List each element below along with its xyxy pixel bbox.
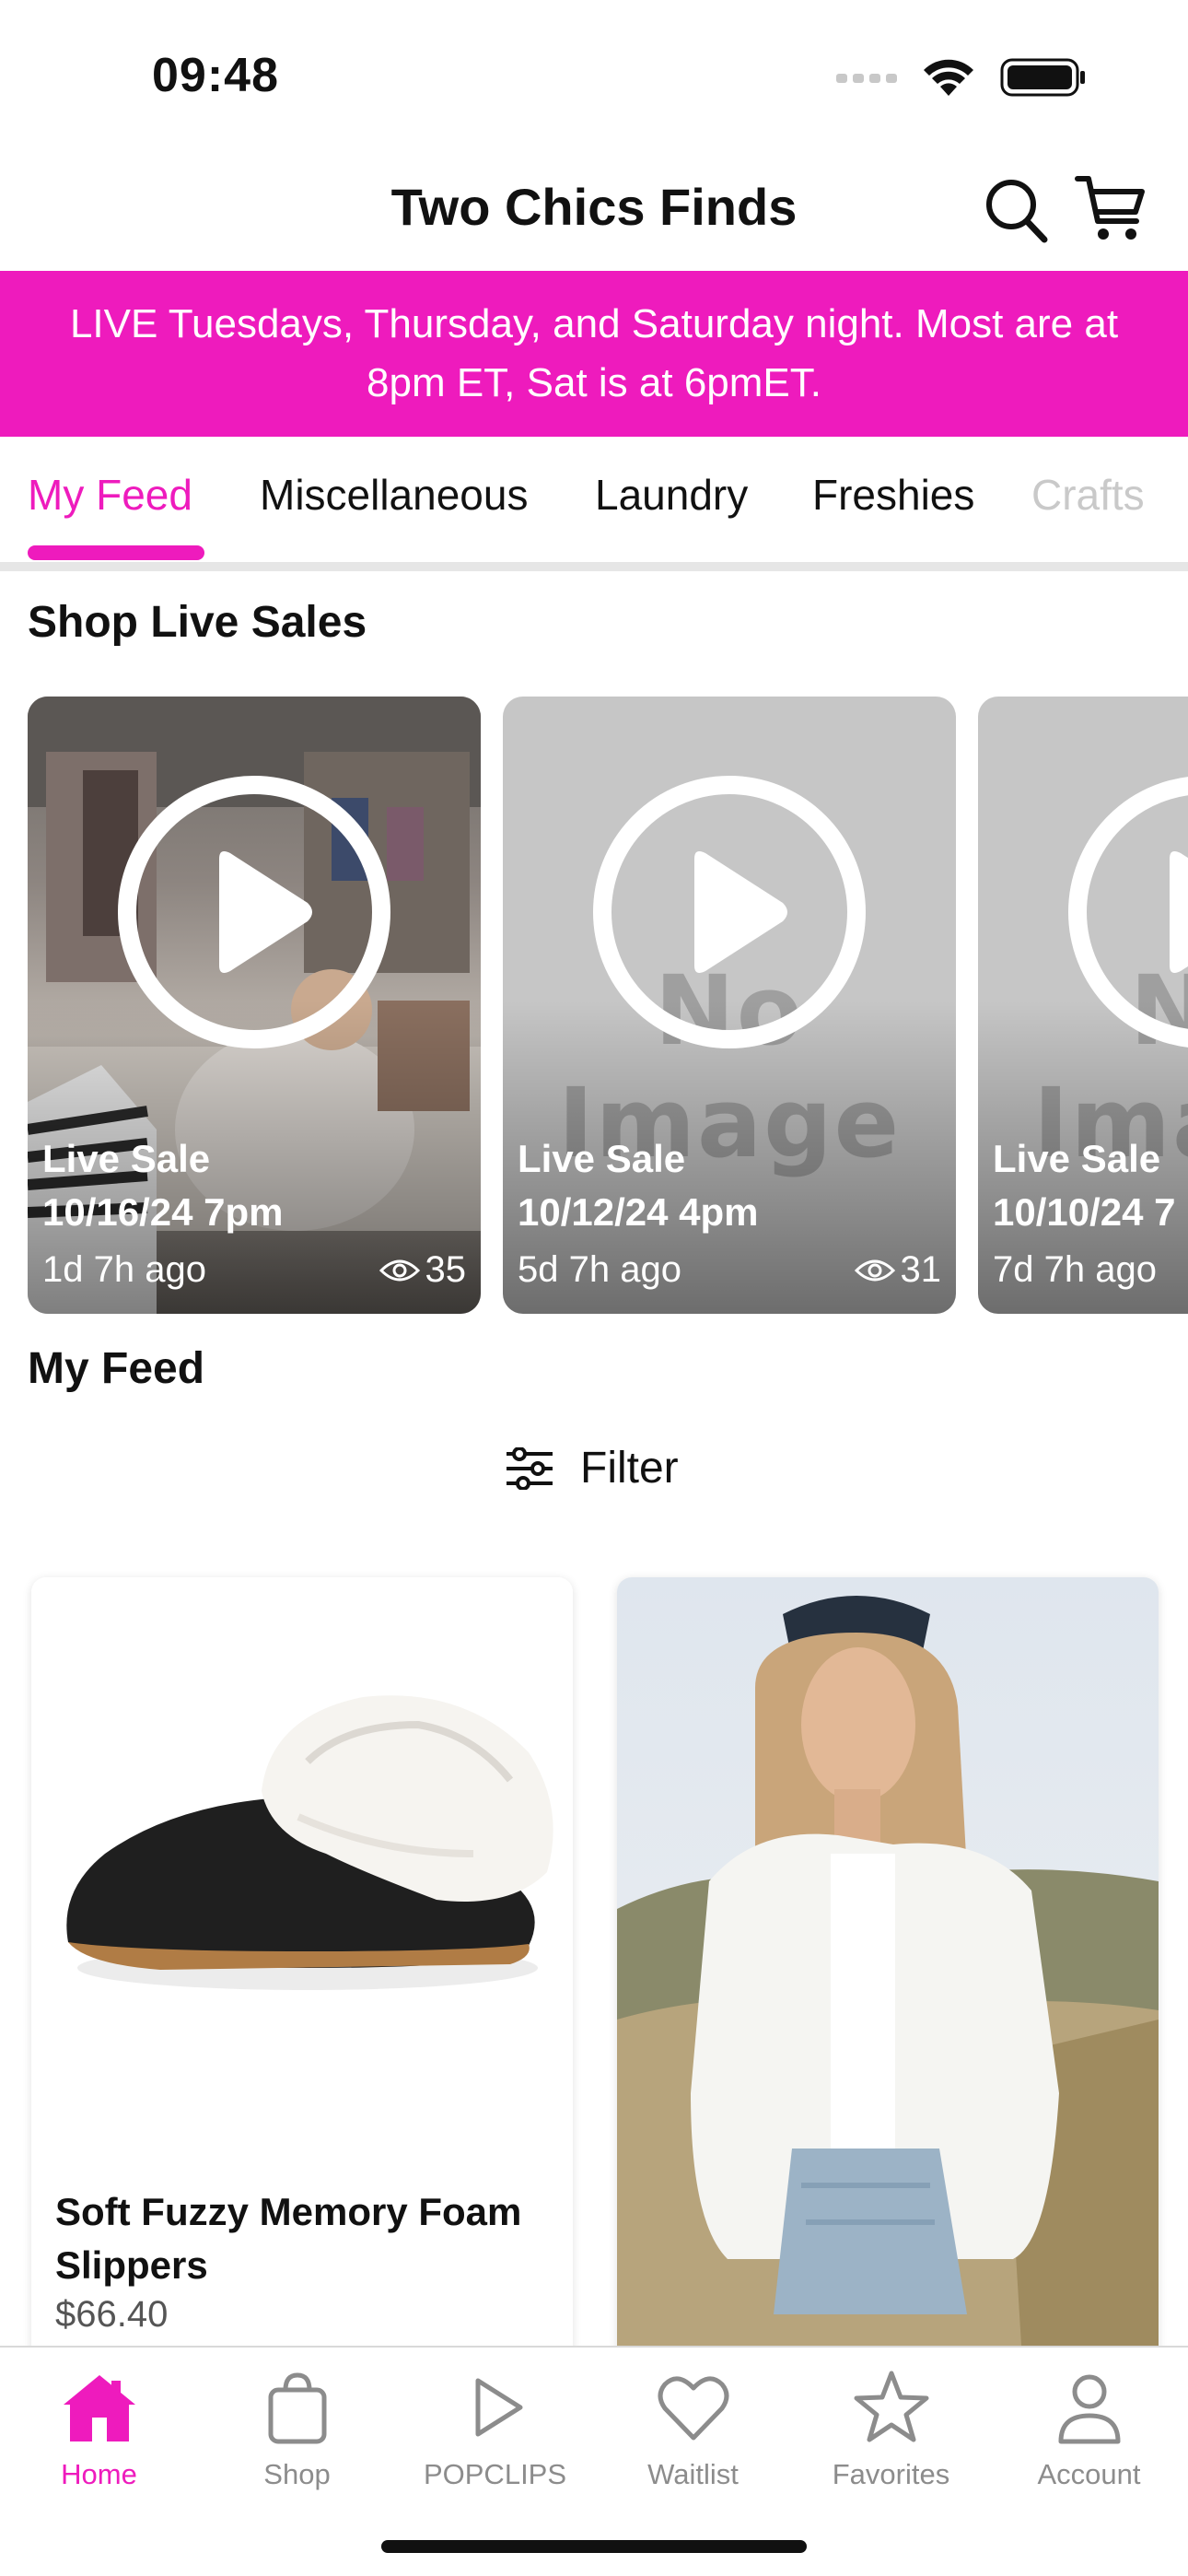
live-sale-card[interactable]: No Image Live Sale 10/10/24 7 7d 7h ago	[978, 697, 1188, 1314]
product-image	[617, 1577, 1159, 2360]
tabbar-shop[interactable]: Shop	[198, 2368, 396, 2491]
battery-icon	[1000, 58, 1085, 97]
feed-heading: My Feed	[28, 1344, 205, 1393]
live-sale-label: Live Sale	[518, 1137, 686, 1180]
tab-laundry[interactable]: Laundry	[595, 470, 748, 520]
product-name: Soft Fuzzy Memory Foam Slippers	[55, 2190, 522, 2287]
view-count: 35	[379, 1249, 467, 1291]
home-indicator	[381, 2540, 807, 2553]
tabbar-label: Waitlist	[647, 2458, 739, 2490]
status-time: 09:48	[152, 49, 279, 102]
live-sale-date: 10/10/24 7	[993, 1190, 1176, 1234]
filter-label: Filter	[580, 1444, 679, 1493]
tabbar-home[interactable]: Home	[0, 2368, 198, 2491]
view-count: 31	[854, 1249, 942, 1291]
tabbar-label: Favorites	[832, 2458, 950, 2490]
tabs-divider	[0, 562, 1188, 571]
live-sale-label: Live Sale	[42, 1137, 211, 1180]
filter-button[interactable]: Filter	[505, 1443, 679, 1493]
tabbar-label: Home	[61, 2458, 137, 2490]
live-sale-date: 10/16/24 7pm	[42, 1190, 284, 1234]
tabbar-label: Account	[1037, 2458, 1141, 2490]
category-tabs: My Feed Miscellaneous Laundry Freshies C…	[0, 437, 1188, 571]
tabbar-label: POPCLIPS	[423, 2458, 567, 2490]
home-icon	[63, 2375, 135, 2441]
search-icon[interactable]	[984, 175, 1048, 245]
tab-my-feed[interactable]: My Feed	[28, 470, 192, 520]
status-bar: 09:48	[0, 0, 1188, 147]
app-header: Two Chics Finds	[0, 157, 1188, 267]
cellular-signal-icon	[836, 74, 897, 83]
live-sales-heading: Shop Live Sales	[28, 598, 367, 647]
product-card[interactable]	[617, 1577, 1159, 2360]
live-sale-age: 1d 7h ago	[42, 1249, 206, 1290]
tab-freshies[interactable]: Freshies	[812, 470, 974, 520]
heart-icon	[658, 2376, 728, 2441]
filter-sliders-icon	[507, 1446, 553, 1490]
view-count-value: 31	[900, 1249, 942, 1290]
shopping-bag-icon	[268, 2372, 326, 2444]
live-sale-age: 5d 7h ago	[518, 1249, 681, 1290]
banner-text: LIVE Tuesdays, Thursday, and Saturday ni…	[69, 301, 1119, 405]
play-icon	[475, 2378, 522, 2437]
tabbar-label: Shop	[263, 2458, 331, 2490]
view-count-value: 35	[425, 1249, 467, 1290]
live-sale-date: 10/12/24 4pm	[518, 1190, 759, 1234]
wifi-icon	[924, 59, 973, 96]
play-icon[interactable]	[1066, 774, 1188, 1050]
live-sale-age: 7d 7h ago	[993, 1249, 1157, 1290]
play-icon[interactable]	[591, 774, 868, 1050]
play-icon[interactable]	[116, 774, 392, 1050]
product-image	[31, 1577, 573, 2149]
live-sales-carousel[interactable]: Live Sale 10/16/24 7pm 1d 7h ago 35 No I…	[0, 697, 1188, 1316]
live-sale-card[interactable]: Live Sale 10/16/24 7pm 1d 7h ago 35	[28, 697, 481, 1314]
eye-icon	[854, 1259, 895, 1281]
tabbar-waitlist[interactable]: Waitlist	[594, 2368, 792, 2491]
active-tab-indicator	[28, 545, 204, 560]
live-schedule-banner: LIVE Tuesdays, Thursday, and Saturday ni…	[0, 271, 1188, 437]
tabbar-popclips[interactable]: POPCLIPS	[396, 2368, 594, 2491]
cart-icon[interactable]	[1074, 171, 1147, 245]
live-sale-label: Live Sale	[993, 1137, 1161, 1180]
person-icon	[1058, 2374, 1120, 2444]
star-icon	[854, 2371, 928, 2442]
tabbar-favorites[interactable]: Favorites	[792, 2368, 990, 2491]
tabbar-account[interactable]: Account	[990, 2368, 1188, 2491]
product-card[interactable]: Soft Fuzzy Memory Foam Slippers $66.40	[31, 1577, 573, 2360]
tab-crafts[interactable]: Crafts	[1031, 470, 1145, 520]
eye-icon	[379, 1259, 420, 1281]
tab-miscellaneous[interactable]: Miscellaneous	[260, 470, 528, 520]
live-sale-card[interactable]: No Image Live Sale 10/12/24 4pm 5d 7h ag…	[503, 697, 956, 1314]
product-price: $66.40	[55, 2294, 169, 2335]
status-icons	[836, 57, 1087, 98]
